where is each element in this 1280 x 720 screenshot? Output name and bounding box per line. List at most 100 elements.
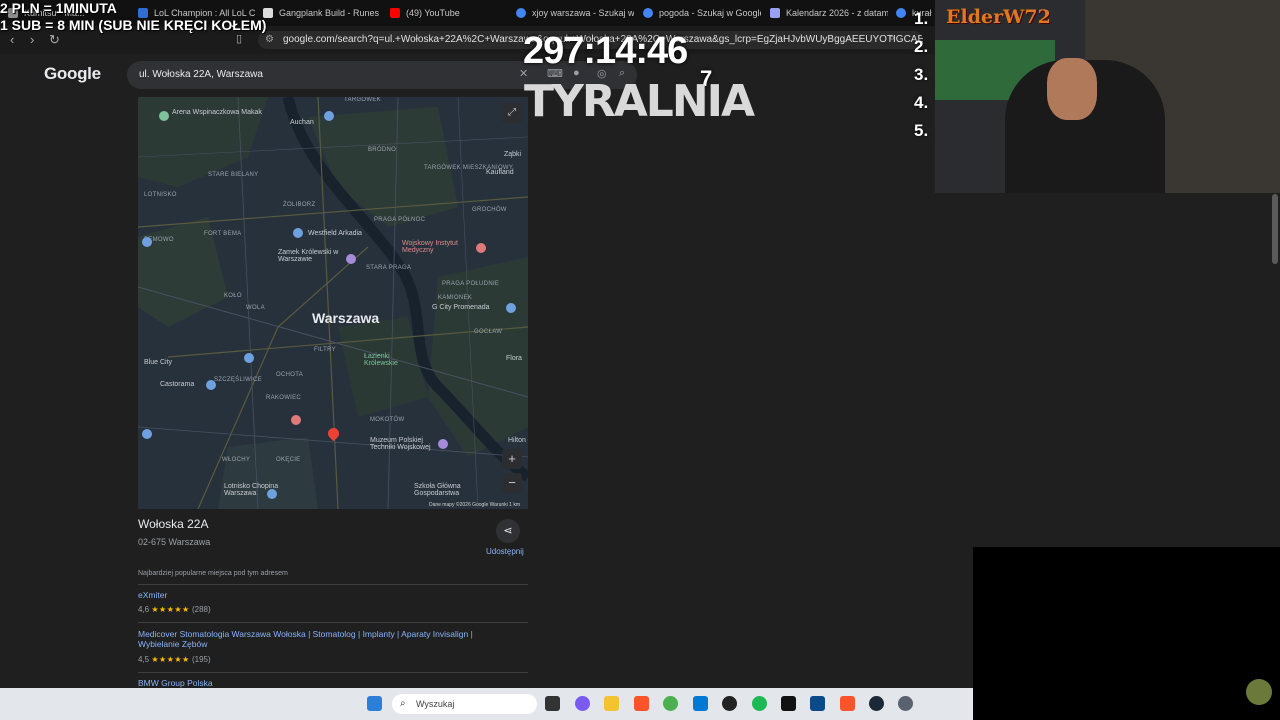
browser-tab[interactable]: pogoda - Szukaj w Google xyxy=(643,4,761,22)
brave-icon[interactable] xyxy=(840,696,855,711)
google-icon xyxy=(516,8,526,18)
map-poi-label[interactable]: Kaufland xyxy=(486,169,514,176)
map-attribution: Dane mapy ©2026 Google Warunki 1 km xyxy=(428,502,520,508)
subathon-timer: 297:14:46 xyxy=(523,30,688,73)
brand-logo: TYRALNIA xyxy=(524,76,755,127)
museum-icon[interactable] xyxy=(438,439,448,449)
map-poi-label[interactable]: Muzeum Polskiej Techniki Wojskowej xyxy=(370,437,442,451)
app-icon[interactable] xyxy=(781,696,796,711)
map-district-label: Okęcie xyxy=(276,457,301,463)
browser-tab[interactable]: Kalendarz 2026 - z datam xyxy=(770,4,888,22)
share-icon[interactable]: ⋖ xyxy=(496,519,520,543)
map-district-label: Fort Bema xyxy=(204,231,242,237)
map-poi-label[interactable]: Szkoła Główna Gospodarstwa xyxy=(414,483,486,497)
place-rating: 4,5 ★★★★★ (195) xyxy=(138,655,211,664)
map-poi-label[interactable]: Łazienki Królewskie xyxy=(364,353,424,367)
shopping-icon[interactable] xyxy=(142,237,152,247)
app-icon[interactable] xyxy=(722,696,737,711)
webcam-feed xyxy=(935,0,1280,193)
shopping-icon[interactable] xyxy=(293,228,303,238)
hospital-icon[interactable] xyxy=(476,243,486,253)
donation-info-text: 2 PLN = 1MINUTA xyxy=(0,0,117,16)
landmark-icon[interactable] xyxy=(346,254,356,264)
star-icon: ★★★★★ xyxy=(151,605,190,614)
rank-number: 4. xyxy=(914,93,929,112)
map-district-label: Gocław xyxy=(474,329,503,335)
steam-icon[interactable] xyxy=(869,696,884,711)
tab-label: (49) YouTube xyxy=(406,8,460,18)
map-poi-label: Flora xyxy=(506,355,522,362)
hospital-icon[interactable] xyxy=(291,415,301,425)
divider xyxy=(138,622,528,623)
map-poi-label[interactable]: Auchan xyxy=(290,119,314,126)
chrome-icon[interactable] xyxy=(663,696,678,711)
map-district-label: Filtry xyxy=(314,347,336,353)
place-link[interactable]: Medicover Stomatologia Warszawa Wołoska … xyxy=(138,629,508,649)
map-pin-icon[interactable] xyxy=(324,111,334,121)
map-poi-label[interactable]: Wojskowy Instytut Medyczny xyxy=(402,240,472,254)
bookmark-icon[interactable]: ▯ xyxy=(236,32,242,45)
task-view-icon[interactable] xyxy=(545,696,560,711)
zoom-icon[interactable]: ⌕ xyxy=(889,32,895,45)
map-city-label: Warszawa xyxy=(312,310,380,326)
taskbar-search[interactable]: ⌕ Wyszukaj xyxy=(392,694,537,714)
airport-icon[interactable] xyxy=(267,489,277,499)
fullscreen-icon[interactable]: ⤢ xyxy=(502,103,522,123)
spotify-icon[interactable] xyxy=(752,696,767,711)
map-poi-label[interactable]: Blue City xyxy=(144,359,172,366)
shopping-icon[interactable] xyxy=(506,303,516,313)
scrollbar[interactable] xyxy=(1272,194,1278,264)
browser-tab[interactable]: (49) YouTube xyxy=(390,4,508,22)
tab-label: xjoy warszawa - Szukaj w xyxy=(532,8,634,18)
settings-icon[interactable] xyxy=(898,696,913,711)
zoom-in-button[interactable]: + xyxy=(502,449,522,469)
map-pin-icon[interactable] xyxy=(159,111,169,121)
map-poi-label[interactable]: G City Promenada xyxy=(432,304,490,311)
map-district-label: Praga Południe xyxy=(442,281,500,287)
rating-value: 4,5 xyxy=(138,655,150,664)
store-icon[interactable] xyxy=(693,696,708,711)
map-district-label: Szczęśliwice xyxy=(214,377,262,383)
browser-tab[interactable]: xjoy warszawa - Szukaj w xyxy=(516,4,634,22)
site-info-icon[interactable]: ⚙ xyxy=(265,31,274,49)
taskbar: ⌕ Wyszukaj xyxy=(0,688,973,720)
google-icon xyxy=(643,8,653,18)
app-icon[interactable] xyxy=(810,696,825,711)
brave-icon[interactable] xyxy=(634,696,649,711)
share-button[interactable]: Udostępnij xyxy=(486,547,524,556)
back-icon[interactable]: ‹ xyxy=(10,32,14,47)
place-title: Wołoska 22A xyxy=(138,517,209,531)
forward-icon[interactable]: › xyxy=(30,32,34,47)
map-poi-label[interactable]: Castorama xyxy=(160,381,194,388)
map-district-label: Kamionek xyxy=(438,295,473,301)
place-link[interactable]: eXmiter xyxy=(138,590,508,600)
search-input[interactable]: ul. Wołoska 22A, Warszawa xyxy=(139,61,263,89)
windows-start-icon[interactable] xyxy=(367,696,382,711)
rank-number: 2. xyxy=(914,37,929,56)
search-icon: ⌕ xyxy=(400,698,406,709)
overlay-black-panel xyxy=(973,547,1280,720)
google-icon xyxy=(896,8,906,18)
map[interactable]: Arena Wspinaczkowa Makak Auchan Targówek… xyxy=(138,97,528,509)
rank-number: 5. xyxy=(914,121,929,140)
reload-icon[interactable]: ↻ xyxy=(49,32,60,48)
map-poi-label[interactable]: Arena Wspinaczkowa Makak xyxy=(172,109,262,116)
google-logo[interactable]: Google xyxy=(44,64,101,84)
map-poi-label: Ząbki xyxy=(504,151,522,158)
zoom-out-button[interactable]: − xyxy=(502,473,522,493)
map-district-label: Włochy xyxy=(222,457,251,463)
map-poi-label: Hilton xyxy=(508,437,526,444)
place-link[interactable]: BMW Group Polska xyxy=(138,678,508,688)
divider xyxy=(138,584,528,585)
popular-places-header: Najbardziej popularne miejsca pod tym ad… xyxy=(138,570,288,577)
place-rating: 4,6 ★★★★★ (288) xyxy=(138,605,211,614)
map-poi-label[interactable]: Westfield Arkadia xyxy=(308,230,362,237)
shopping-icon[interactable] xyxy=(244,353,254,363)
shopping-icon[interactable] xyxy=(206,380,216,390)
copilot-icon[interactable] xyxy=(575,696,590,711)
map-district-label: Stara Praga xyxy=(366,265,412,271)
file-explorer-icon[interactable] xyxy=(604,696,619,711)
map-district-label: Rakowiec xyxy=(266,395,302,401)
shopping-icon[interactable] xyxy=(142,429,152,439)
browser-tab[interactable]: Gangplank Build - Runes xyxy=(263,4,381,22)
